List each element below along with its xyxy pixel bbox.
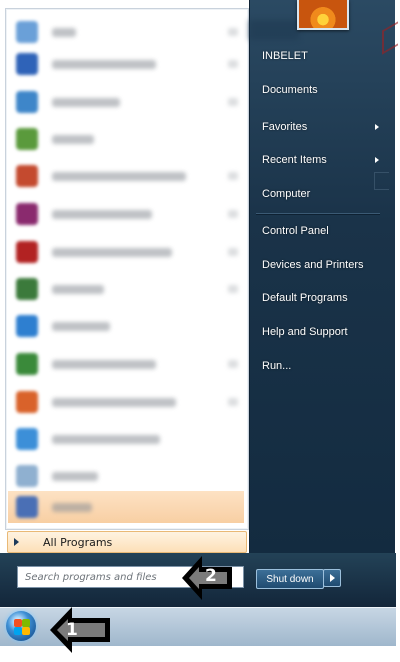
submenu-arrow-icon	[375, 157, 379, 163]
menu-item-default-programs[interactable]: Default Programs	[262, 292, 348, 304]
menu-item-documents[interactable]: Documents	[262, 84, 318, 96]
program-extra-blurred	[228, 98, 238, 106]
program-label-blurred	[52, 209, 152, 219]
program-item[interactable]	[8, 274, 244, 304]
right-links-panel	[249, 0, 395, 553]
triangle-right-icon	[14, 538, 19, 546]
windows-logo-red-quadrant	[14, 619, 22, 627]
program-icon	[16, 21, 38, 43]
program-label-blurred	[52, 134, 94, 144]
callout-number-1: 1	[66, 620, 78, 640]
program-item[interactable]	[8, 49, 244, 79]
program-item[interactable]	[8, 424, 244, 454]
program-icon	[16, 165, 38, 187]
program-icon	[16, 353, 38, 375]
program-extra-blurred	[228, 398, 238, 406]
program-icon	[16, 203, 38, 225]
program-label-blurred	[52, 397, 176, 407]
program-label-blurred	[52, 27, 76, 37]
windows-logo-blue-quadrant	[14, 627, 22, 635]
start-button-windows-icon[interactable]	[6, 611, 36, 641]
shutdown-options-arrow-button[interactable]	[323, 569, 341, 587]
program-label-blurred	[52, 171, 186, 181]
program-label-blurred	[52, 97, 120, 107]
submenu-arrow-icon	[375, 124, 379, 130]
program-label-blurred	[52, 359, 156, 369]
menu-item-control-panel[interactable]: Control Panel	[262, 225, 329, 237]
program-icon	[16, 428, 38, 450]
program-label-blurred	[52, 321, 110, 331]
all-programs-button[interactable]: All Programs	[7, 531, 247, 553]
program-item[interactable]	[8, 199, 244, 229]
program-item[interactable]	[8, 17, 244, 47]
menu-separator	[256, 213, 380, 214]
program-label-blurred	[52, 502, 92, 512]
program-item[interactable]	[8, 124, 244, 154]
program-icon	[16, 315, 38, 337]
program-item[interactable]	[8, 461, 244, 491]
program-item[interactable]	[8, 161, 244, 191]
program-label-blurred	[52, 59, 156, 69]
program-extra-blurred	[228, 28, 238, 36]
menu-item-user-folder[interactable]: INBELET	[262, 50, 308, 62]
program-icon	[16, 91, 38, 113]
menu-item-run[interactable]: Run...	[262, 360, 291, 372]
windows-logo-green-quadrant	[22, 619, 30, 627]
background-shape	[374, 172, 389, 190]
menu-item-favorites[interactable]: Favorites	[262, 121, 307, 133]
program-item[interactable]	[8, 387, 244, 417]
program-icon	[16, 53, 38, 75]
shutdown-button[interactable]: Shut down	[256, 569, 324, 589]
program-label-blurred	[52, 434, 160, 444]
callout-number-2: 2	[205, 566, 217, 586]
user-picture-avatar[interactable]	[297, 0, 349, 30]
user-picture-shadow	[249, 20, 299, 40]
program-icon	[16, 241, 38, 263]
callout-arrow-1	[50, 607, 110, 653]
program-item-highlighted[interactable]	[8, 491, 244, 523]
program-icon	[16, 278, 38, 300]
program-icon	[16, 391, 38, 413]
program-item[interactable]	[8, 311, 244, 341]
program-icon	[16, 465, 38, 487]
menu-item-computer[interactable]: Computer	[262, 188, 310, 200]
program-extra-blurred	[228, 248, 238, 256]
all-programs-label: All Programs	[43, 535, 113, 549]
program-extra-blurred	[228, 285, 238, 293]
menu-item-help-support[interactable]: Help and Support	[262, 326, 348, 338]
menu-item-recent-items[interactable]: Recent Items	[262, 154, 327, 166]
program-label-blurred	[52, 247, 172, 257]
program-extra-blurred	[228, 60, 238, 68]
programs-list-panel	[5, 8, 249, 530]
program-item[interactable]	[8, 237, 244, 267]
program-label-blurred	[52, 284, 104, 294]
program-icon	[16, 128, 38, 150]
shutdown-label: Shut down	[266, 573, 314, 585]
search-placeholder: Search programs and files	[25, 571, 157, 583]
program-icon	[16, 496, 38, 518]
program-label-blurred	[52, 471, 98, 481]
program-extra-blurred	[228, 210, 238, 218]
program-item[interactable]	[8, 349, 244, 379]
program-item[interactable]	[8, 87, 244, 117]
program-extra-blurred	[228, 172, 238, 180]
windows-logo-yellow-quadrant	[22, 627, 30, 635]
menu-item-devices-printers[interactable]: Devices and Printers	[262, 259, 364, 271]
program-extra-blurred	[228, 360, 238, 368]
